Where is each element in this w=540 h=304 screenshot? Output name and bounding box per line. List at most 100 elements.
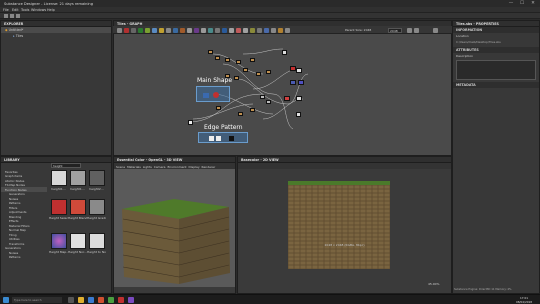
- graph-node[interactable]: [284, 96, 290, 101]
- menu-windows[interactable]: Windows: [31, 8, 46, 12]
- taskbar-date[interactable]: 08/04/2018: [512, 300, 536, 304]
- substance-icon[interactable]: [118, 297, 124, 303]
- graph-node[interactable]: [296, 68, 302, 73]
- graph-node[interactable]: [250, 58, 255, 62]
- tool-icon[interactable]: [131, 27, 136, 33]
- frame-main-shape[interactable]: [196, 86, 230, 102]
- graph-node[interactable]: [203, 93, 209, 98]
- tool-icon[interactable]: [173, 27, 178, 33]
- tool-icon[interactable]: [278, 27, 283, 33]
- tool-icon[interactable]: [152, 27, 157, 33]
- library-thumb[interactable]: [89, 233, 105, 249]
- close-button[interactable]: ✕: [527, 0, 539, 7]
- graph-node[interactable]: [266, 70, 271, 74]
- graph-node[interactable]: [209, 136, 214, 141]
- menu-camera[interactable]: Camera: [154, 165, 166, 169]
- library-thumb[interactable]: [70, 170, 86, 186]
- category-item[interactable]: Patterns: [1, 255, 47, 259]
- tool-icon[interactable]: [208, 27, 213, 33]
- graph-node[interactable]: [229, 136, 234, 141]
- menu-scene[interactable]: Scene: [116, 165, 125, 169]
- menu-display[interactable]: Display: [189, 165, 200, 169]
- tool-icon[interactable]: [124, 27, 129, 33]
- graph-node[interactable]: [225, 58, 230, 62]
- tool-icon[interactable]: [187, 27, 192, 33]
- tool-icon[interactable]: [222, 27, 227, 33]
- description-field[interactable]: [456, 60, 536, 80]
- menu-file[interactable]: File: [3, 8, 9, 12]
- menu-tools[interactable]: Tools: [21, 8, 29, 12]
- tool-icon[interactable]: [243, 27, 248, 33]
- tool-icon[interactable]: [250, 27, 255, 33]
- graph-node[interactable]: [188, 120, 193, 125]
- library-search-input[interactable]: height: [51, 163, 81, 168]
- 2d-view-panel[interactable]: Basecolor - 2D VIEW 2048 x 2048 (RGBA, 8…: [237, 156, 452, 294]
- graph-node[interactable]: [256, 72, 261, 76]
- library-thumb[interactable]: [70, 233, 86, 249]
- library-thumb[interactable]: [89, 199, 105, 215]
- graph-node[interactable]: [296, 112, 301, 117]
- menu-edit[interactable]: Edit: [12, 8, 19, 12]
- tool-icon[interactable]: [194, 27, 199, 33]
- frame-edge-pattern[interactable]: [198, 132, 248, 143]
- save-icon[interactable]: [16, 14, 20, 18]
- tool-icon[interactable]: [285, 27, 290, 33]
- graph-node[interactable]: [215, 56, 220, 60]
- menu-help[interactable]: Help: [47, 8, 55, 12]
- settings-icon[interactable]: [433, 27, 438, 33]
- graph-node[interactable]: [213, 92, 219, 98]
- explorer-item-graph[interactable]: ▸ Tiles: [1, 33, 111, 39]
- graph-node[interactable]: [266, 100, 271, 104]
- menu-renderer[interactable]: Renderer: [202, 165, 216, 169]
- graph-node[interactable]: [290, 80, 296, 85]
- graph-node[interactable]: [216, 136, 221, 141]
- tool-icon[interactable]: [215, 27, 220, 33]
- library-thumb[interactable]: [89, 170, 105, 186]
- library-thumb[interactable]: [51, 233, 67, 249]
- graph-node[interactable]: [234, 76, 239, 80]
- start-icon[interactable]: [3, 297, 9, 303]
- 2d-view-zoom[interactable]: 45.00%: [428, 282, 439, 286]
- tool-icon[interactable]: [264, 27, 269, 33]
- 3d-view-panel[interactable]: Essential Color - OpenGL - 3D VIEW Scene…: [113, 156, 236, 294]
- link-icon[interactable]: [414, 27, 419, 33]
- tool-icon[interactable]: [159, 27, 164, 33]
- library-thumb[interactable]: [70, 199, 86, 215]
- graph-node[interactable]: [216, 106, 221, 110]
- graph-node[interactable]: [238, 112, 243, 116]
- tool-icon[interactable]: [166, 27, 171, 33]
- library-thumb[interactable]: [51, 199, 67, 215]
- tool-icon[interactable]: [138, 27, 143, 33]
- graph-node[interactable]: [236, 60, 241, 64]
- lock-icon[interactable]: [407, 27, 412, 33]
- tool-icon[interactable]: [180, 27, 185, 33]
- app-icon[interactable]: [108, 297, 114, 303]
- tool-icon[interactable]: [236, 27, 241, 33]
- menu-lights[interactable]: Lights: [143, 165, 152, 169]
- section-metadata[interactable]: METADATA: [453, 82, 539, 88]
- graph-node[interactable]: [282, 50, 287, 55]
- select-icon[interactable]: [117, 27, 122, 33]
- app-icon[interactable]: [128, 297, 134, 303]
- library-thumb[interactable]: [51, 170, 67, 186]
- size-select[interactable]: 2048: [388, 27, 402, 33]
- new-icon[interactable]: [4, 14, 8, 18]
- edge-icon[interactable]: [88, 297, 94, 303]
- explorer-icon[interactable]: [78, 297, 84, 303]
- menu-environment[interactable]: Environment: [167, 165, 186, 169]
- tool-icon[interactable]: [229, 27, 234, 33]
- tool-icon[interactable]: [201, 27, 206, 33]
- app-icon[interactable]: [98, 297, 104, 303]
- graph-node[interactable]: [296, 96, 302, 101]
- taskbar-search[interactable]: Type here to search: [12, 297, 62, 303]
- graph-node[interactable]: [243, 68, 248, 72]
- graph-node[interactable]: [260, 95, 265, 99]
- graph-node[interactable]: [250, 108, 255, 112]
- tool-icon[interactable]: [257, 27, 262, 33]
- tool-icon[interactable]: [271, 27, 276, 33]
- graph-node[interactable]: [298, 80, 304, 85]
- task-view-icon[interactable]: [68, 297, 74, 303]
- menu-materials[interactable]: Materials: [127, 165, 141, 169]
- tool-icon[interactable]: [145, 27, 150, 33]
- open-icon[interactable]: [10, 14, 14, 18]
